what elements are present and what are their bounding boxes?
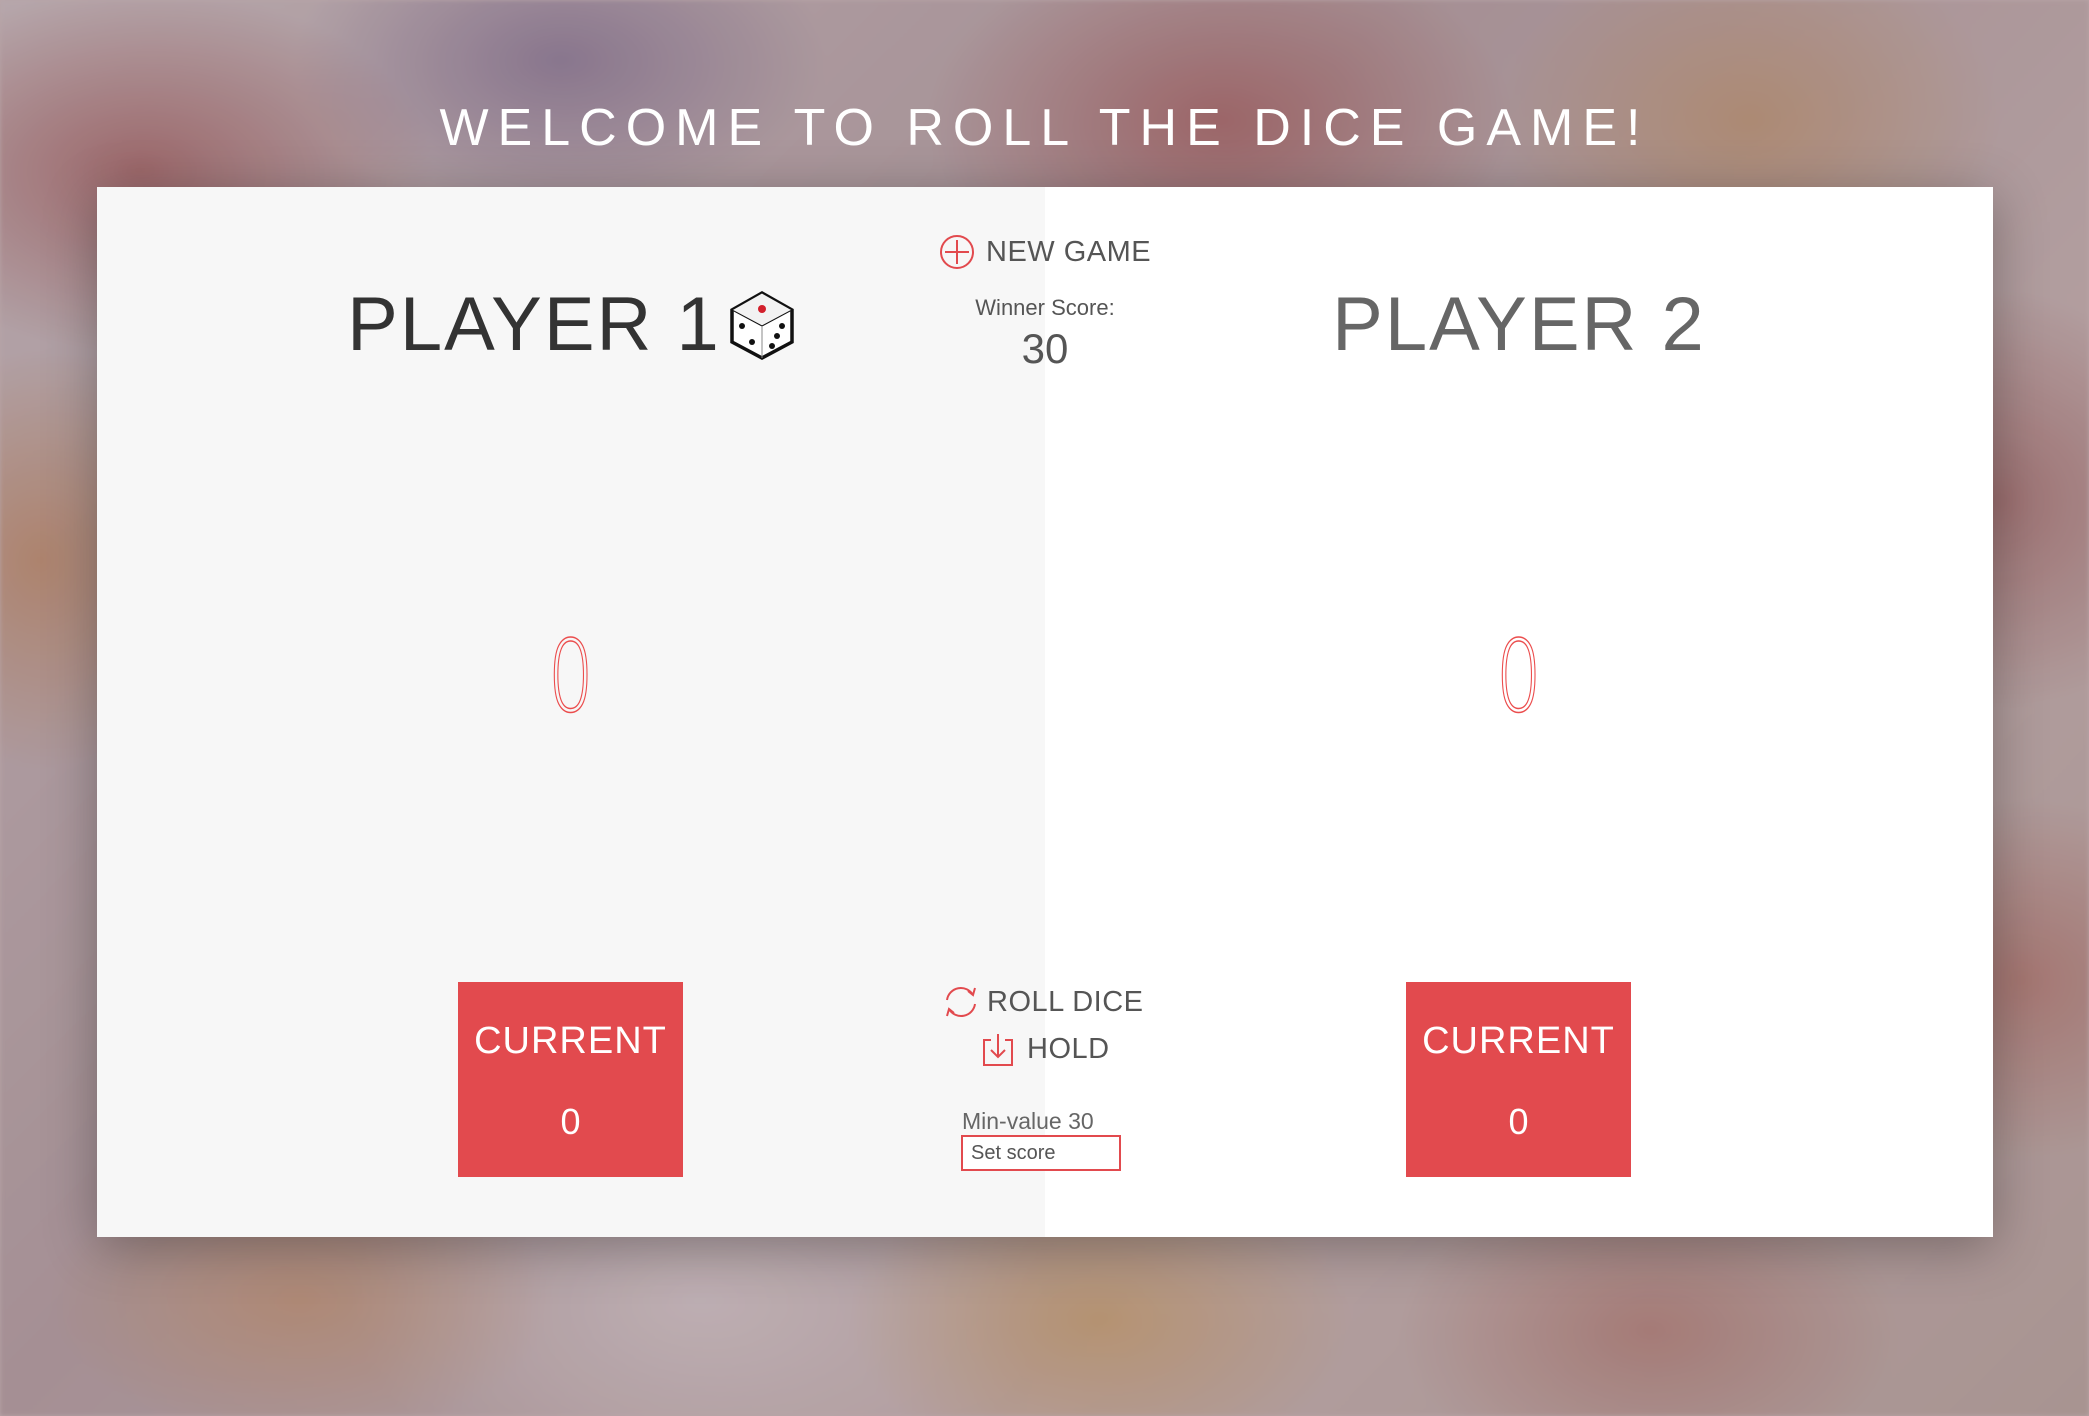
game-board: PLAYER 1 0 CURRENT 0 PLAYER 2 0 CURRENT … xyxy=(97,187,1993,1237)
new-game-label: NEW GAME xyxy=(986,235,1152,268)
player-1-current-score: 0 xyxy=(560,1101,581,1142)
winner-score-label: Winner Score: xyxy=(975,295,1115,320)
player-2-current-label: CURRENT xyxy=(1422,1020,1615,1062)
winner-score-value: 30 xyxy=(1021,325,1069,372)
new-game-button[interactable]: NEW GAME xyxy=(938,233,1151,271)
player-2-score: 0 xyxy=(1496,618,1543,735)
hold-button[interactable]: HOLD xyxy=(979,1030,1110,1068)
player-1-score: 0 xyxy=(548,618,595,735)
player-2-current-score: 0 xyxy=(1508,1101,1529,1142)
player-2-current-box: CURRENT 0 xyxy=(1406,982,1631,1177)
refresh-icon xyxy=(939,983,977,1021)
plus-circle-icon xyxy=(938,233,976,271)
min-value-label: Min-value 30 xyxy=(962,1108,1094,1134)
roll-dice-label: ROLL DICE xyxy=(987,985,1144,1018)
download-icon xyxy=(979,1030,1017,1068)
roll-dice-button[interactable]: ROLL DICE xyxy=(939,983,1144,1021)
set-score-input[interactable] xyxy=(961,1135,1121,1171)
hold-label: HOLD xyxy=(1027,1032,1110,1065)
page-title: WELCOME TO ROLL THE DICE GAME! xyxy=(439,99,1650,157)
player-1-current-label: CURRENT xyxy=(474,1020,667,1062)
player-1-current-box: CURRENT 0 xyxy=(458,982,683,1177)
